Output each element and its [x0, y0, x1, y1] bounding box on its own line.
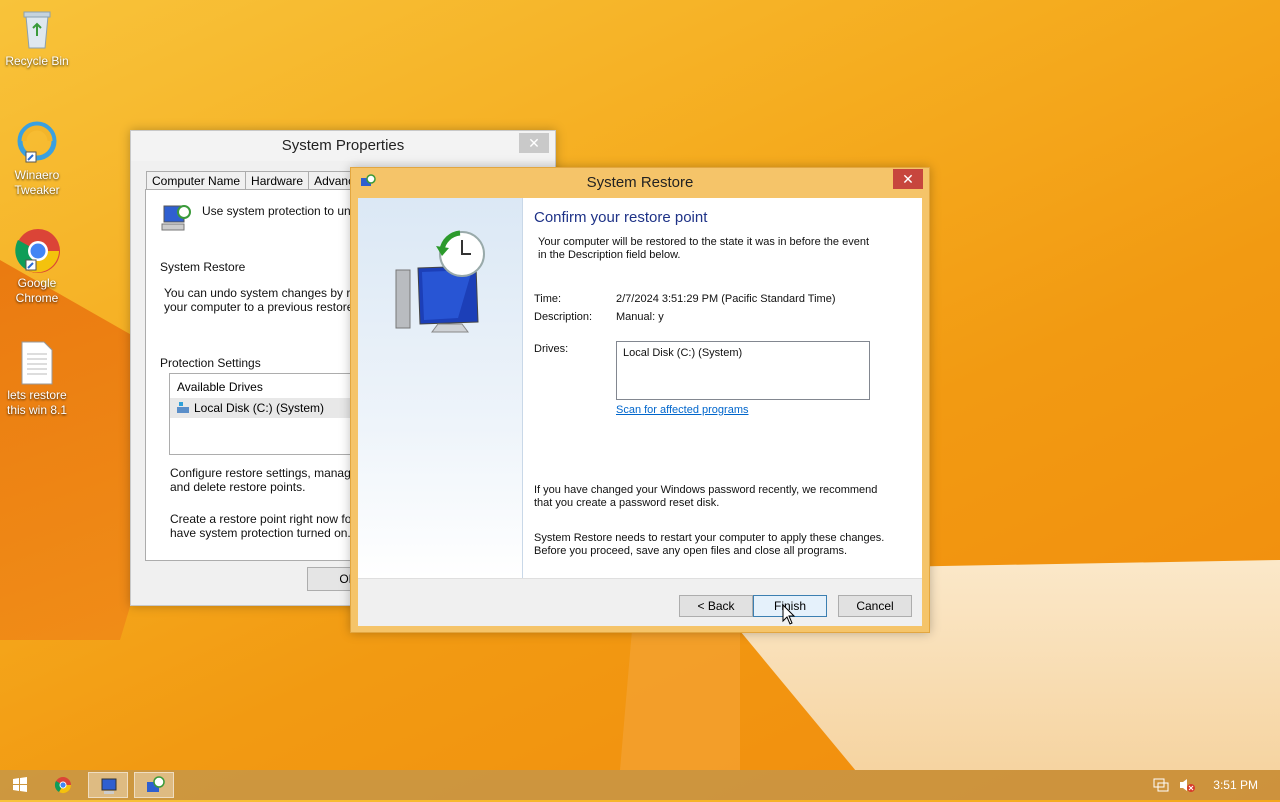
- wizard-side-panel: [358, 198, 523, 578]
- desktop-icon-winaero-tweaker[interactable]: Winaero Tweaker: [0, 120, 74, 198]
- cancel-button[interactable]: Cancel: [838, 595, 912, 617]
- password-text: If you have changed your Windows passwor…: [534, 484, 878, 496]
- restart-text: System Restore needs to restart your com…: [534, 532, 885, 544]
- desktop-icon-label: Recycle Bin: [5, 54, 69, 68]
- intro-text: Your computer will be restored to the st…: [538, 236, 869, 248]
- drives-label: Drives:: [534, 343, 569, 355]
- desktop-icon-label: Winaero Tweaker: [14, 168, 60, 197]
- configure-text: and delete restore points.: [170, 480, 306, 494]
- desktop-icon-label: lets restore this win 8.1: [6, 388, 68, 417]
- system-restore-text: You can undo system changes by rever: [164, 286, 374, 300]
- drive-label: Local Disk (C:) (System): [194, 401, 325, 415]
- chrome-icon: [14, 228, 60, 274]
- system-properties-icon: [101, 778, 117, 794]
- taskbar-system-properties[interactable]: [88, 772, 128, 798]
- tab-computer-name[interactable]: Computer Name: [146, 171, 247, 190]
- create-text: have system protection turned on.: [170, 526, 351, 540]
- intro-text: in the Description field below.: [538, 249, 681, 261]
- start-icon: [13, 777, 27, 792]
- system-protection-icon: [160, 202, 192, 234]
- volume-muted-icon[interactable]: [1178, 777, 1196, 793]
- description-label: Description:: [534, 311, 593, 323]
- protection-settings-heading: Protection Settings: [160, 356, 261, 370]
- wizard-button-bar: < Back Finish Cancel: [358, 578, 922, 626]
- create-text: Create a restore point right now for the: [170, 512, 376, 526]
- system-restore-icon: [147, 776, 165, 792]
- close-button[interactable]: ✕: [893, 169, 923, 189]
- desktop-icon-recycle-bin[interactable]: Recycle Bin: [0, 6, 74, 69]
- close-button[interactable]: ✕: [519, 133, 549, 153]
- taskbar-chrome[interactable]: [43, 772, 83, 798]
- system-restore-icon: [360, 174, 376, 190]
- desktop-icon-google-chrome[interactable]: Google Chrome: [0, 228, 74, 306]
- taskbar-clock[interactable]: 3:51 PM: [1213, 778, 1258, 792]
- system-restore-heading: System Restore: [160, 260, 246, 274]
- page-heading: Confirm your restore point: [534, 209, 708, 226]
- network-icon[interactable]: [1153, 777, 1169, 793]
- drive-entry: Local Disk (C:) (System): [623, 347, 743, 359]
- restart-text: Before you proceed, save any open files …: [534, 545, 848, 557]
- taskbar: 3:51 PM: [0, 770, 1280, 800]
- tab-strip: Computer Name Hardware Advanced: [146, 171, 374, 190]
- desktop-icon-label: Google Chrome: [15, 276, 59, 305]
- intro-text: Use system protection to undo u: [202, 204, 375, 218]
- recycle-bin-icon: [14, 6, 60, 52]
- back-button[interactable]: < Back: [679, 595, 753, 617]
- time-label: Time:: [534, 293, 562, 305]
- desktop-icon-text-file[interactable]: lets restore this win 8.1: [0, 340, 74, 418]
- start-button[interactable]: [0, 772, 40, 798]
- drives-list[interactable]: Local Disk (C:) (System): [616, 341, 870, 400]
- chrome-icon: [54, 777, 72, 794]
- wizard-client-area: Confirm your restore point Your computer…: [358, 198, 922, 626]
- taskbar-system-restore[interactable]: [134, 772, 174, 798]
- system-restore-text: your computer to a previous restore poin: [164, 300, 380, 314]
- window-title: System Restore: [586, 174, 694, 191]
- mouse-cursor-icon: [782, 603, 796, 626]
- drive-icon: [176, 401, 190, 415]
- tab-hardware[interactable]: Hardware: [245, 171, 310, 190]
- drives-list-header: Available Drives: [177, 380, 263, 394]
- password-text: that you create a password reset disk.: [534, 497, 720, 509]
- scan-affected-programs-link[interactable]: Scan for affected programs: [616, 404, 748, 416]
- winaero-tweaker-icon: [14, 120, 60, 166]
- window-title: System Properties: [131, 131, 555, 161]
- wallpaper-shape: [620, 630, 740, 770]
- description-value: Manual: y: [616, 311, 664, 323]
- text-file-icon: [14, 340, 60, 386]
- restore-computer-icon: [388, 228, 498, 338]
- system-restore-window: System Restore ✕ Confirm your restore po…: [350, 167, 930, 633]
- time-value: 2/7/2024 3:51:29 PM (Pacific Standard Ti…: [616, 293, 836, 305]
